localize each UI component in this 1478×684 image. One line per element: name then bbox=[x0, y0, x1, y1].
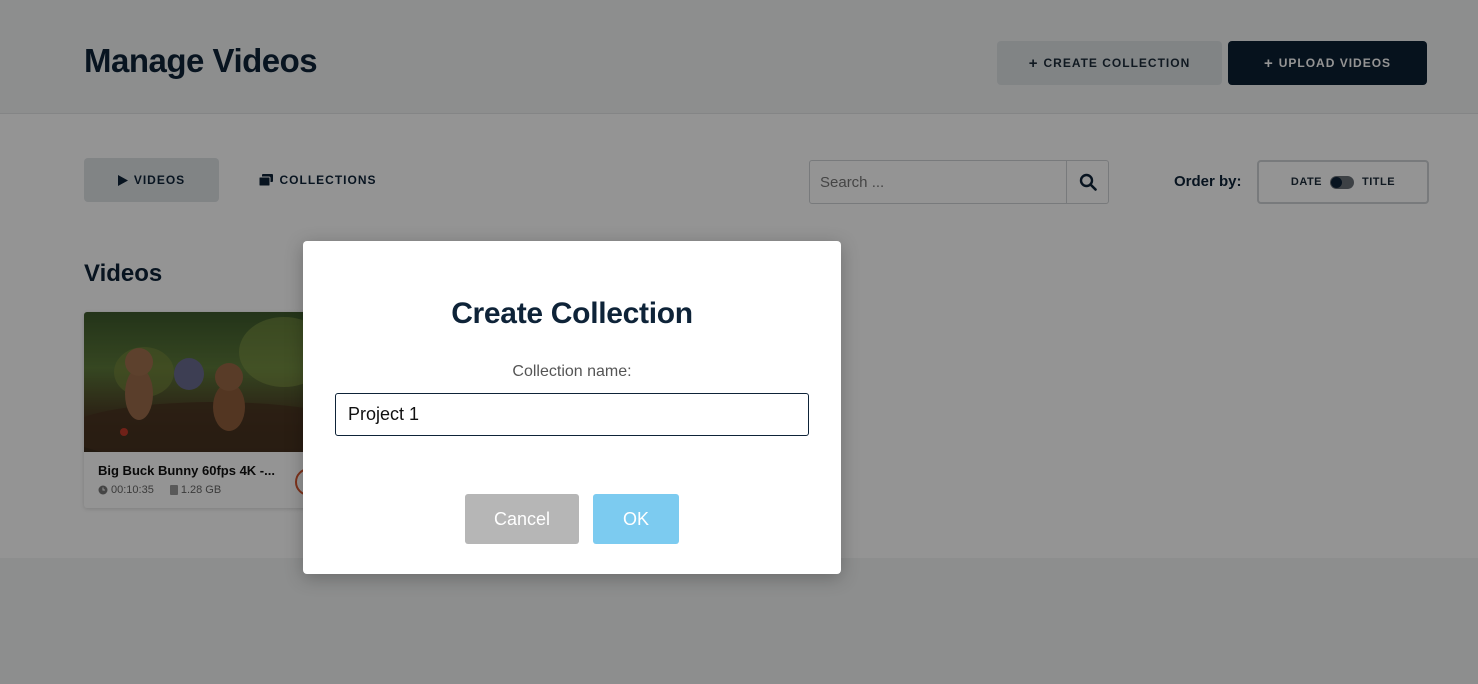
page: Manage Videos + CREATE COLLECTION + UPLO… bbox=[0, 0, 1478, 684]
modal-title: Create Collection bbox=[451, 297, 693, 330]
cancel-button[interactable]: Cancel bbox=[465, 494, 579, 544]
create-collection-modal: Create Collection Collection name: Cance… bbox=[303, 241, 841, 574]
ok-button[interactable]: OK bbox=[593, 494, 679, 544]
collection-name-input[interactable] bbox=[335, 393, 809, 436]
collection-name-label: Collection name: bbox=[512, 363, 632, 380]
